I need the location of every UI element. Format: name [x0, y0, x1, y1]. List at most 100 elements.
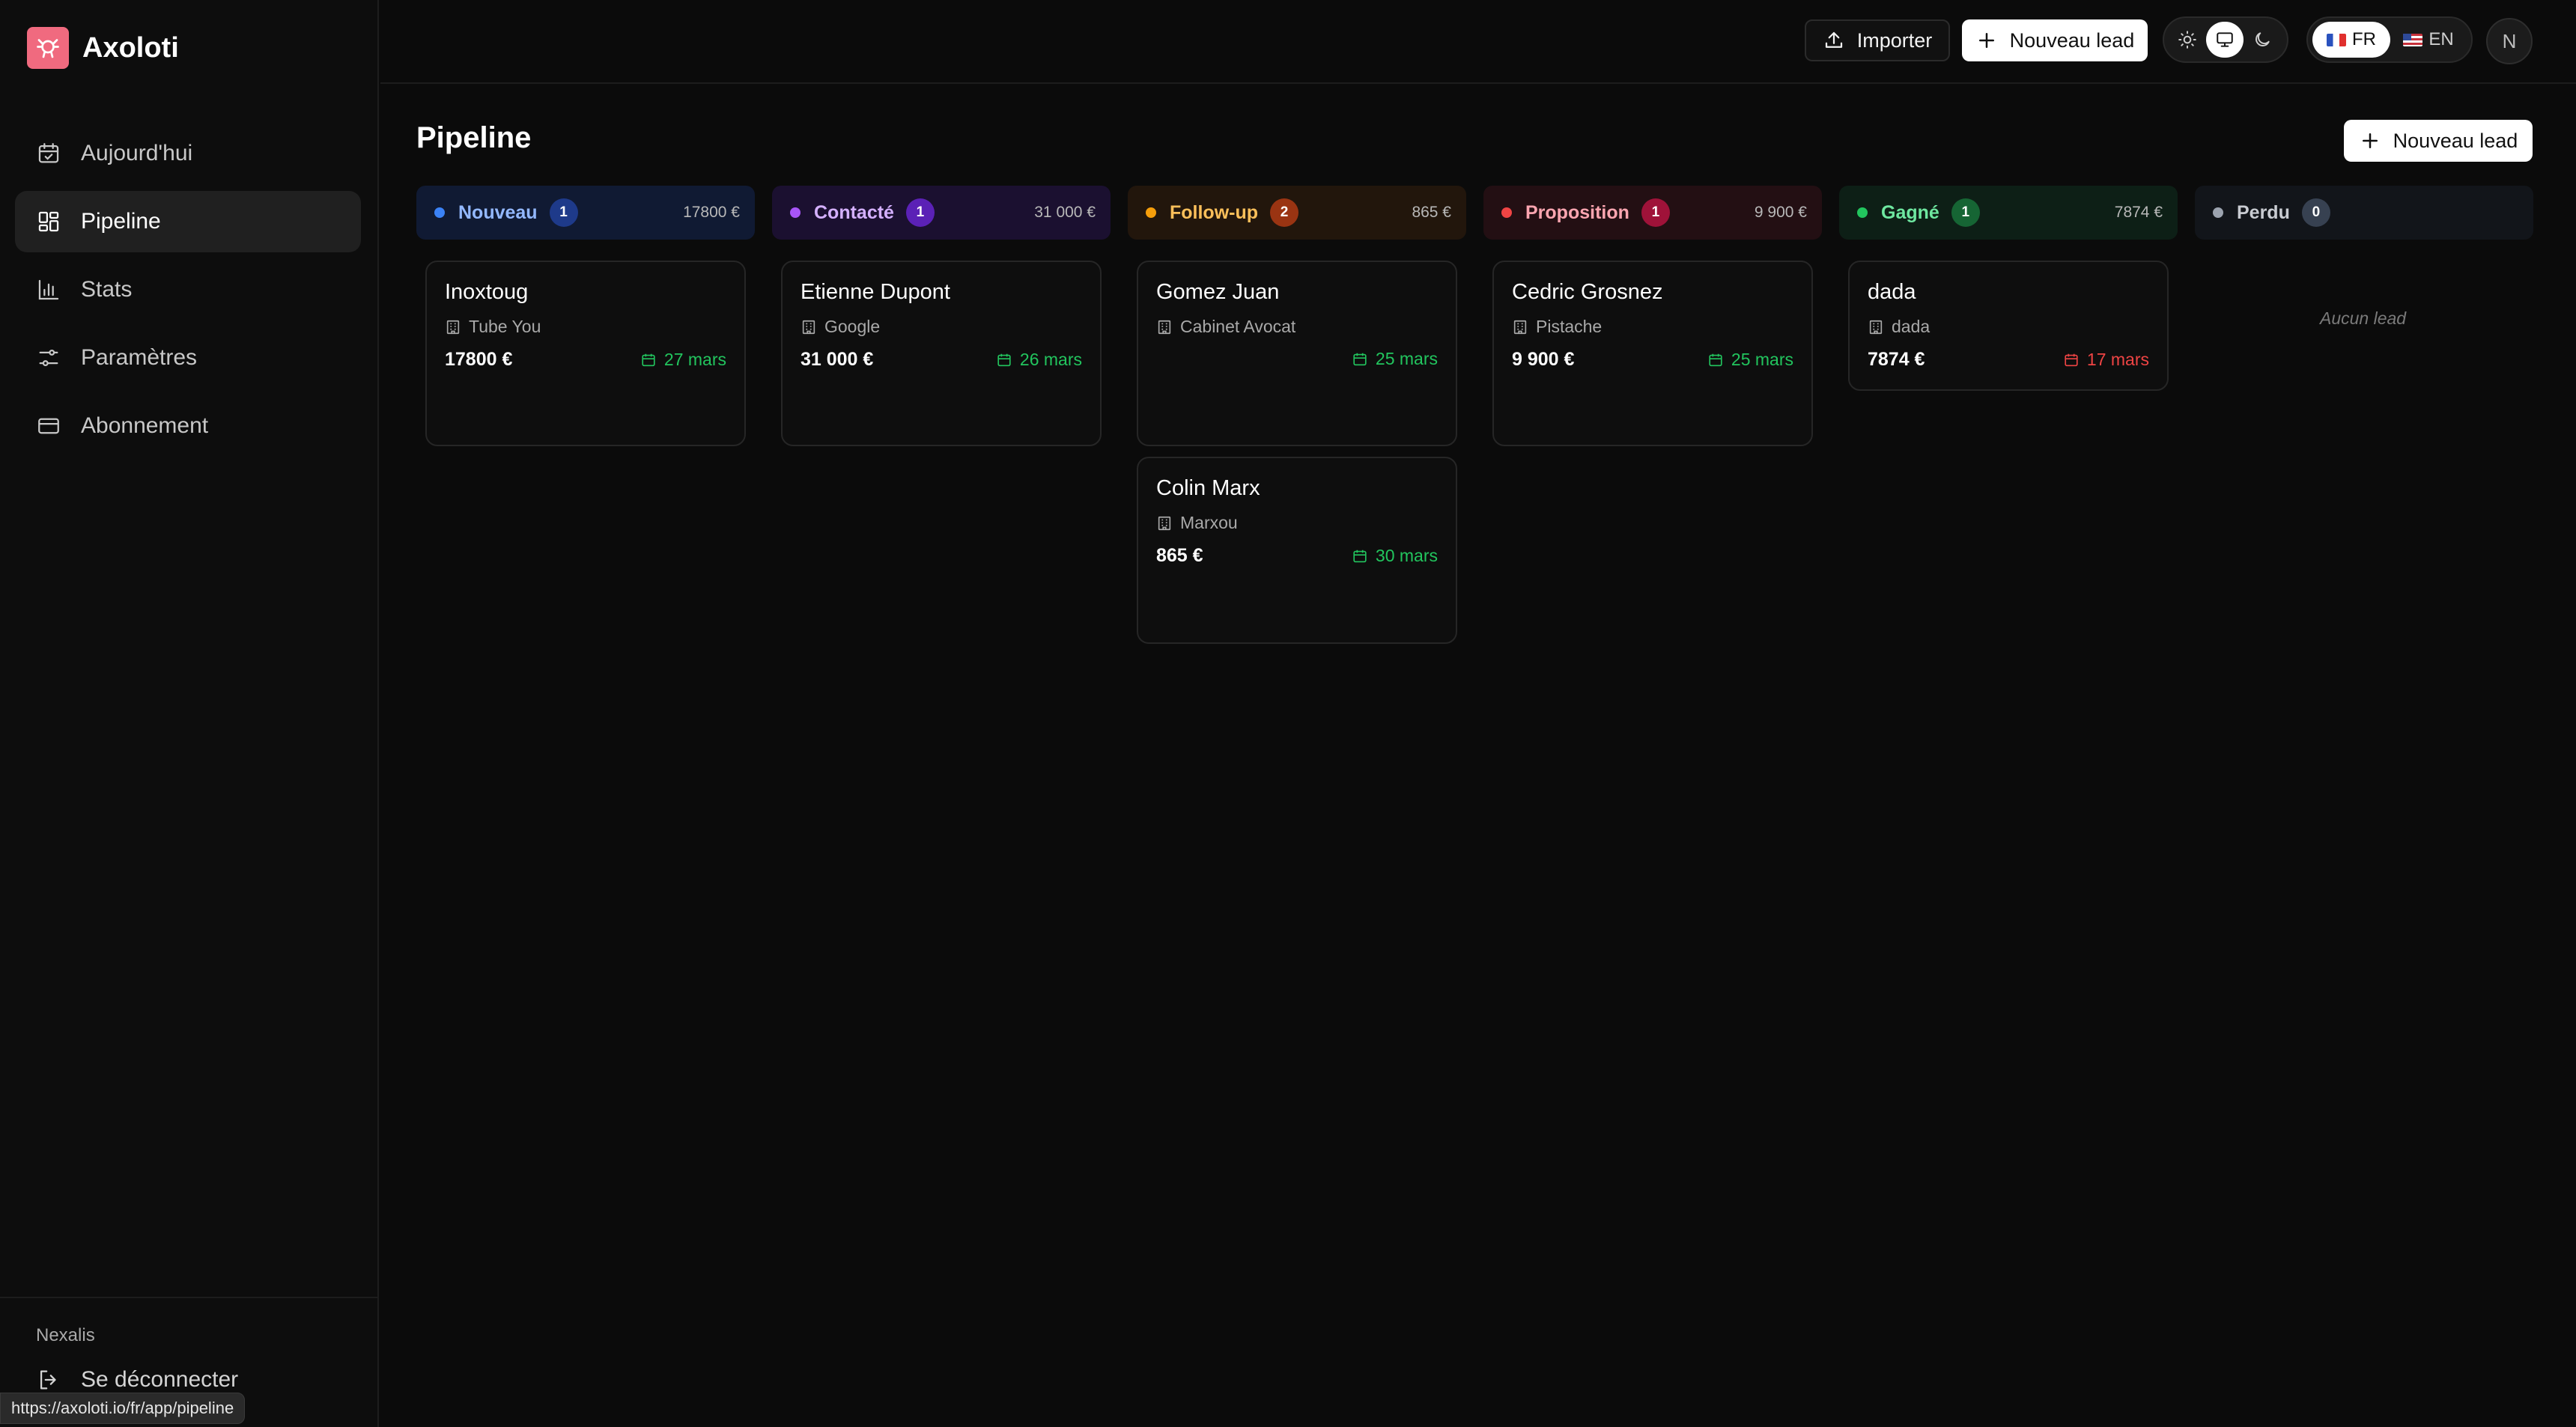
- building-icon: [1158, 320, 1171, 334]
- lead-card[interactable]: Gomez Juan Cabinet Avocat 25 mars: [1137, 261, 1457, 446]
- column-name: Contacté: [814, 201, 894, 223]
- lead-company: Tube You: [445, 317, 726, 337]
- lead-name: dada: [1868, 280, 1916, 304]
- lead-company-name: dada: [1892, 317, 1931, 336]
- grid-icon: [38, 211, 59, 232]
- user-avatar[interactable]: N: [2486, 18, 2533, 64]
- sidebar-item-label: Stats: [81, 277, 133, 302]
- calendar-icon: [1709, 353, 1722, 366]
- lead-company-name: Google: [824, 317, 881, 336]
- column-name: Nouveau: [458, 201, 538, 223]
- lead-followup-date: 26 mars: [996, 350, 1082, 370]
- lead-company: Marxou: [1156, 513, 1438, 533]
- theme-dark-button[interactable]: [2244, 22, 2281, 58]
- status-dot: [434, 207, 445, 218]
- new-lead-label: Nouveau lead: [2393, 129, 2518, 152]
- column-name: Proposition: [1525, 201, 1629, 223]
- column-total: 31 000 €: [1034, 204, 1096, 221]
- lead-overdue-date: 17 mars: [2063, 350, 2149, 370]
- lead-followup-date: 27 mars: [640, 350, 726, 370]
- logout-icon: [40, 1370, 56, 1390]
- lead-meta-row: 25 mars: [1156, 349, 1438, 369]
- status-dot: [1146, 207, 1156, 218]
- lead-name: Inoxtoug: [445, 280, 529, 304]
- us-flag-icon: [2403, 33, 2423, 46]
- lead-value: 865 €: [1156, 545, 1203, 566]
- status-dot: [2213, 207, 2223, 218]
- lead-name: Colin Marx: [1156, 476, 1260, 500]
- column-header-contacte: Contacté 1 31 000 €: [772, 186, 1111, 240]
- lead-date-text: 30 mars: [1375, 546, 1438, 565]
- moon-icon: [2255, 32, 2270, 46]
- logout-button[interactable]: Se déconnecter: [36, 1367, 238, 1393]
- brand-name: Axoloti: [82, 31, 179, 64]
- column-name: Gagné: [1881, 201, 1939, 223]
- lead-followup-date: 25 mars: [1352, 349, 1438, 369]
- column-count-badge: 1: [1951, 198, 1980, 227]
- sidebar: Axoloti Aujourd'hui Pipeline Stats Param…: [0, 0, 379, 1427]
- lead-company-name: Tube You: [469, 317, 541, 336]
- lead-value: 9 900 €: [1512, 349, 1575, 370]
- lead-card[interactable]: Etienne Dupont Google 31 000 € 26 mars: [781, 261, 1102, 446]
- column-count-badge: 2: [1270, 198, 1299, 227]
- brand[interactable]: Axoloti: [27, 27, 179, 69]
- logout-label: Se déconnecter: [81, 1367, 239, 1392]
- language-en-label: EN: [2428, 29, 2454, 49]
- lead-company-name: Pistache: [1536, 317, 1603, 336]
- column-header-proposition: Proposition 1 9 900 €: [1483, 186, 1822, 240]
- lead-card[interactable]: Colin Marx Marxou 865 € 30 mars: [1137, 457, 1457, 644]
- status-dot: [1501, 207, 1512, 218]
- building-icon: [1158, 516, 1171, 530]
- language-switcher: FR EN: [2306, 16, 2473, 63]
- lead-company-name: Cabinet Avocat: [1180, 317, 1296, 336]
- lead-card[interactable]: Inoxtoug Tube You 17800 € 27 mars: [425, 261, 746, 446]
- sidebar-item-subscription[interactable]: Abonnement: [15, 395, 361, 457]
- import-button[interactable]: Importer: [1805, 19, 1950, 61]
- lead-meta-row: 7874 € 17 mars: [1868, 349, 2149, 371]
- app-root: Axoloti Aujourd'hui Pipeline Stats Param…: [0, 0, 2576, 1427]
- new-lead-label: Nouveau lead: [2009, 28, 2135, 52]
- language-fr-button[interactable]: FR: [2312, 22, 2390, 58]
- sidebar-item-today[interactable]: Aujourd'hui: [15, 123, 361, 184]
- lead-name: Gomez Juan: [1156, 280, 1280, 304]
- lead-name: Etienne Dupont: [801, 280, 950, 304]
- plus-icon: [2362, 133, 2378, 148]
- building-icon: [1869, 320, 1883, 334]
- lead-date-text: 27 mars: [663, 350, 726, 369]
- language-en-button[interactable]: EN: [2390, 22, 2467, 58]
- sidebar-item-settings[interactable]: Paramètres: [15, 327, 361, 389]
- lead-value: 7874 €: [1868, 349, 1925, 370]
- sidebar-item-pipeline[interactable]: Pipeline: [15, 191, 361, 252]
- credit-card-icon: [38, 418, 59, 434]
- lead-card[interactable]: dada dada 7874 € 17 mars: [1848, 261, 2169, 391]
- status-dot: [790, 207, 801, 218]
- column-count-badge: 1: [905, 198, 935, 227]
- sidebar-item-label: Pipeline: [81, 209, 161, 234]
- calendar-icon: [642, 353, 655, 366]
- france-flag-icon: [2326, 33, 2346, 46]
- column-header-nouveau: Nouveau 1 17800 €: [416, 186, 755, 240]
- lead-value: 17800 €: [445, 349, 513, 370]
- column-header-follow-up: Follow-up 2 865 €: [1128, 186, 1466, 240]
- theme-system-button[interactable]: [2206, 22, 2244, 58]
- empty-column-message: Aucun lead: [2320, 308, 2407, 328]
- import-label: Importer: [1856, 28, 1933, 52]
- sun-icon: [2178, 31, 2196, 49]
- page-title: Pipeline: [416, 121, 532, 154]
- organization-name: Nexalis: [36, 1325, 95, 1345]
- column-total: 17800 €: [683, 204, 740, 221]
- lead-company: dada: [1868, 317, 2149, 337]
- lead-date-text: 17 mars: [2086, 350, 2149, 369]
- calendar-check-icon: [38, 143, 59, 163]
- new-lead-topbar-button[interactable]: Nouveau lead: [1962, 19, 2148, 61]
- new-lead-button[interactable]: Nouveau lead: [2344, 120, 2533, 162]
- column-header-gagne: Gagné 1 7874 €: [1839, 186, 2178, 240]
- status-dot: [1857, 207, 1868, 218]
- lead-date-text: 25 mars: [1375, 349, 1438, 368]
- monitor-icon: [2217, 32, 2233, 47]
- sidebar-nav: Aujourd'hui Pipeline Stats Paramètres Ab…: [15, 123, 361, 463]
- sidebar-item-stats[interactable]: Stats: [15, 259, 361, 320]
- theme-light-button[interactable]: [2169, 22, 2206, 58]
- lead-card[interactable]: Cedric Grosnez Pistache 9 900 € 25 mars: [1492, 261, 1813, 446]
- sidebar-item-label: Paramètres: [81, 345, 198, 370]
